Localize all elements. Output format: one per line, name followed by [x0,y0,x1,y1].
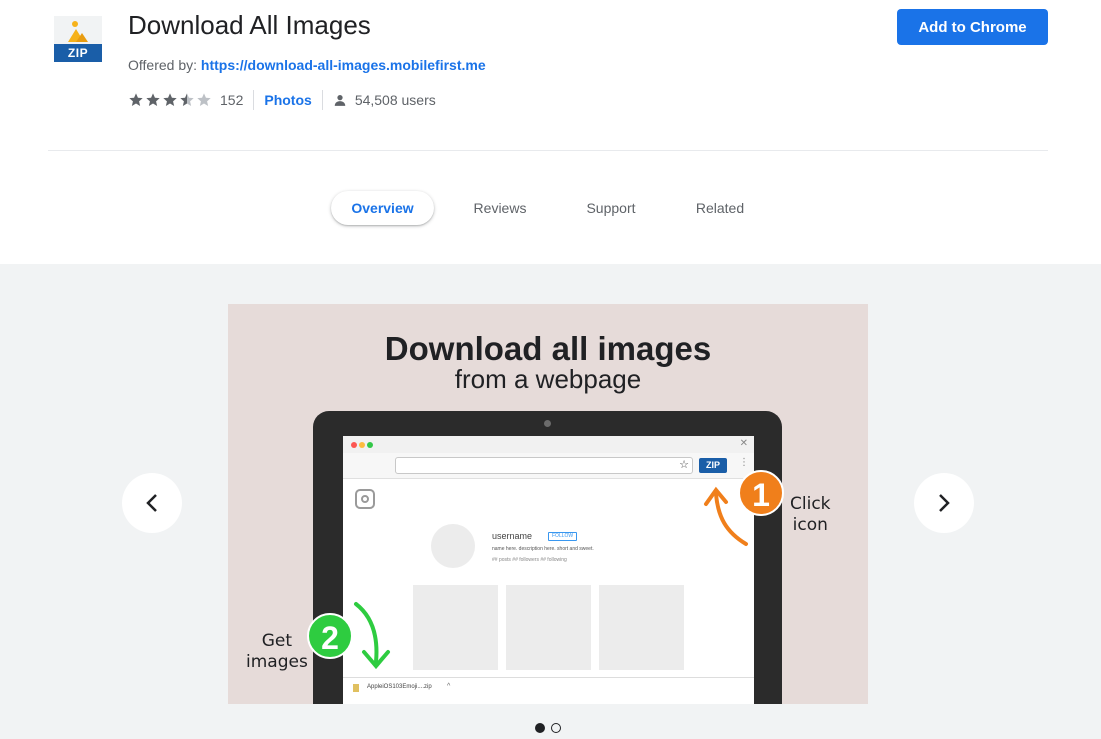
step-two-line1: Get [261,631,293,651]
star-full-icon [163,93,177,106]
address-bar: ☆ [395,457,693,474]
slide-subheadline: from a webpage [454,364,642,394]
step-one-badge: 1 [738,470,784,516]
minimize-dot [359,442,365,448]
follow-badge: FOLLOW [548,532,578,541]
instagram-icon [355,489,375,509]
profile-username: username [492,531,533,541]
promo-slide: Download all images from a webpage ✕ ☆ Z… [228,304,868,704]
zip-label: ZIP [54,44,102,62]
user-count: 54,508 users [354,92,436,108]
rating-stars[interactable] [128,92,212,108]
separator [321,90,323,110]
image-tile [413,585,498,670]
maximize-dot [367,442,373,448]
star-empty-icon [197,93,211,106]
offered-by-label: Offered by: [128,57,198,73]
bookmark-star-icon: ☆ [679,459,689,471]
photos-link[interactable]: Photos [264,92,311,108]
close-dot [351,442,357,448]
tab-reviews[interactable]: Reviews [460,191,540,225]
slide-headline: Download all images [384,330,712,367]
rating-count[interactable]: 152 [220,92,243,108]
image-icon [54,16,102,44]
download-bar: AppleiOS103Emoji....zip ^ [343,677,754,699]
profile-picture [431,524,475,568]
image-tile [599,585,684,670]
profile-stats: ## posts ## followers ## following [492,557,567,563]
separator [253,90,255,110]
laptop-camera [544,420,551,427]
browser-toolbar: ☆ ZIP ⋮ [343,453,754,479]
add-to-chrome-button[interactable]: Add to Chrome [897,9,1048,45]
profile-bio: name here. description here. short and s… [492,546,594,552]
browser-titlebar: ✕ [343,436,754,453]
screenshot-gallery: Download all images from a webpage ✕ ☆ Z… [0,264,1101,739]
header-divider [48,150,1048,151]
chevron-left-icon [146,494,157,512]
download-filename: AppleiOS103Emoji....zip [367,684,432,690]
previous-slide-button[interactable] [122,473,182,533]
star-half-icon [180,93,194,106]
tab-support[interactable]: Support [572,191,650,225]
next-slide-button[interactable] [914,473,974,533]
pager-dot-1[interactable] [535,723,545,733]
star-full-icon [146,93,160,106]
curved-arrow-down-icon [354,602,390,670]
close-icon: ✕ [739,438,748,449]
chevron-right-icon [939,494,950,512]
pager-dot-2[interactable] [551,723,561,733]
step-one-line2: icon [792,515,828,535]
slide-pager [535,723,561,733]
extension-logo: ZIP [54,16,102,62]
step-two-caption: Get images [246,631,308,673]
user-icon [334,95,346,106]
step-one-caption: Click icon [790,494,831,536]
laptop-screen: ✕ ☆ ZIP ⋮ username FOLLOW name here. des… [343,436,754,704]
step-one-line1: Click [790,494,831,514]
tab-bar: Overview Reviews Support Related [0,191,1101,225]
menu-icon: ⋮ [739,457,749,468]
developer-link[interactable]: https://download-all-images.mobilefirst.… [201,57,486,73]
star-full-icon [129,93,143,106]
step-two-line2: images [246,652,308,672]
caret-up-icon: ^ [447,683,451,690]
offered-by: Offered by: https://download-all-images.… [128,57,486,73]
tab-related[interactable]: Related [682,191,758,225]
step-two-badge: 2 [307,613,353,659]
extension-title: Download All Images [128,10,371,40]
image-tile [506,585,591,670]
zip-extension-icon: ZIP [699,458,727,473]
tab-overview[interactable]: Overview [331,191,434,225]
zip-file-icon [353,684,359,692]
meta-row: 152 Photos 54,508 users [128,90,436,110]
